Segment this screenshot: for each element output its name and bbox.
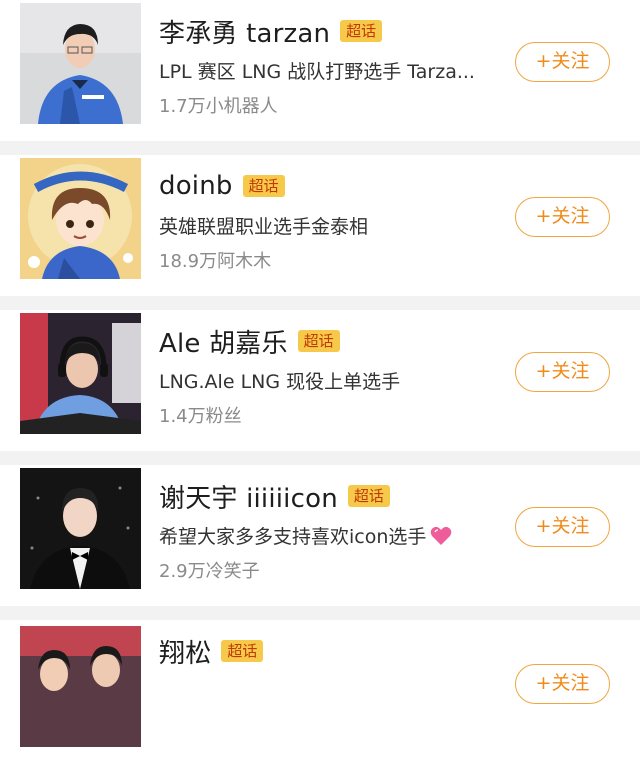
super-topic-badge[interactable]: 超话 — [347, 485, 390, 507]
list-item[interactable]: Ale 胡嘉乐 超话 LNG.Ale LNG 现役上单选手 1.4万粉丝 +关注 — [0, 310, 640, 451]
divider — [0, 296, 640, 310]
player-photo-duo-icon — [20, 626, 141, 747]
super-topic-badge[interactable]: 超话 — [221, 640, 264, 662]
account-description: 英雄联盟职业选手金泰相 — [159, 216, 369, 238]
fan-count: 1.4万粉丝 — [159, 406, 242, 427]
account-description: 希望大家多多支持喜欢icon选手 — [159, 522, 499, 549]
account-name-line: Ale 胡嘉乐 超话 — [159, 323, 340, 360]
follow-button[interactable]: +关注 — [515, 352, 610, 392]
super-topic-badge[interactable]: 超话 — [297, 330, 340, 352]
player-photo-headset-icon — [20, 313, 141, 434]
list-item[interactable]: 谢天宇 iiiiiicon 超话 希望大家多多支持喜欢icon选手 2.9万冷笑… — [0, 465, 640, 606]
follow-button[interactable]: +关注 — [515, 507, 610, 547]
super-topic-badge[interactable]: 超话 — [242, 175, 285, 197]
fan-count: 1.7万小机器人 — [159, 96, 278, 117]
fan-count: 18.9万阿木木 — [159, 251, 272, 272]
player-photo-jersey-icon — [20, 3, 141, 124]
pink-heart-icon — [431, 526, 452, 545]
follow-button[interactable]: +关注 — [515, 42, 610, 82]
cartoon-avatar-icon — [20, 158, 141, 279]
list-item[interactable]: 翔松 超话 +关注 — [0, 620, 640, 761]
account-name[interactable]: 李承勇 tarzan — [159, 13, 330, 50]
account-name[interactable]: 翔松 — [159, 633, 211, 670]
account-name-line: 谢天宇 iiiiiicon 超话 — [159, 478, 390, 515]
avatar[interactable] — [20, 626, 141, 747]
account-description: LNG.Ale LNG 现役上单选手 — [159, 371, 401, 393]
account-name[interactable]: doinb — [159, 171, 233, 201]
account-name-line: doinb 超话 — [159, 169, 285, 203]
list-item[interactable]: 李承勇 tarzan 超话 LPL 赛区 LNG 战队打野选手 Tarza...… — [0, 0, 640, 141]
avatar[interactable] — [20, 468, 141, 589]
account-name-line: 李承勇 tarzan 超话 — [159, 13, 383, 50]
divider — [0, 451, 640, 465]
follow-button[interactable]: +关注 — [515, 664, 610, 704]
list-item[interactable]: doinb 超话 英雄联盟职业选手金泰相 18.9万阿木木 +关注 — [0, 155, 640, 296]
fan-count: 2.9万冷笑子 — [159, 561, 260, 582]
account-name[interactable]: 谢天宇 iiiiiicon — [159, 478, 338, 515]
super-topic-badge[interactable]: 超话 — [340, 20, 383, 42]
account-description: LPL 赛区 LNG 战队打野选手 Tarza... — [159, 61, 475, 83]
divider — [0, 606, 640, 620]
avatar[interactable] — [20, 158, 141, 279]
player-photo-tuxedo-icon — [20, 468, 141, 589]
avatar[interactable] — [20, 313, 141, 434]
account-description-text: 希望大家多多支持喜欢icon选手 — [159, 526, 427, 548]
account-name[interactable]: Ale 胡嘉乐 — [159, 323, 288, 360]
divider — [0, 141, 640, 155]
follow-button[interactable]: +关注 — [515, 197, 610, 237]
account-list: 李承勇 tarzan 超话 LPL 赛区 LNG 战队打野选手 Tarza...… — [0, 0, 640, 761]
account-name-line: 翔松 超话 — [159, 633, 264, 670]
avatar[interactable] — [20, 3, 141, 124]
